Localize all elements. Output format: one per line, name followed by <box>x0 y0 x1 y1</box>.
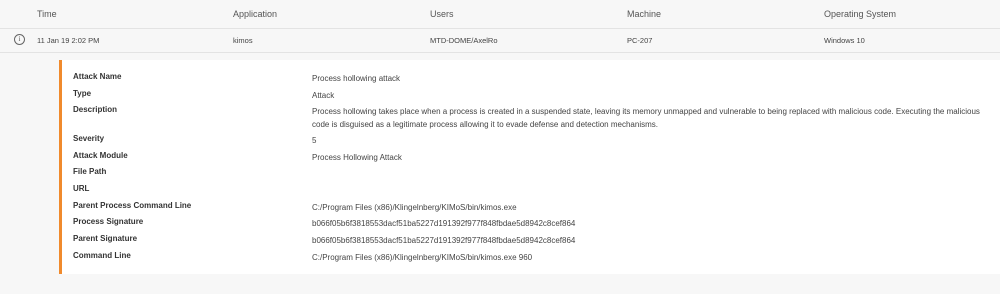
table-row[interactable]: i 11 Jan 19 2:02 PM kimos MTD-DOME/AxelR… <box>0 29 1000 53</box>
detail-value: Process Hollowing Attack <box>312 153 402 162</box>
cell-users: MTD-DOME/AxelRo <box>430 36 498 45</box>
detail-value: Process hollowing takes place when a pro… <box>312 107 980 129</box>
column-header-application[interactable]: Application <box>233 9 277 19</box>
detail-label: Parent Process Command Line <box>73 201 192 210</box>
column-header-time[interactable]: Time <box>37 9 57 19</box>
table-header: Time Application Users Machine Operating… <box>0 0 1000 29</box>
detail-label: Parent Signature <box>73 234 138 243</box>
page: Time Application Users Machine Operating… <box>0 0 1000 294</box>
cell-machine: PC-207 <box>627 36 653 45</box>
detail-value: b066f05b6f3818553dacf51ba5227d191392f977… <box>312 219 576 228</box>
detail-label: Attack Name <box>73 72 122 81</box>
column-header-users[interactable]: Users <box>430 9 454 19</box>
column-header-operating-system[interactable]: Operating System <box>824 9 896 19</box>
detail-label: URL <box>73 184 90 193</box>
detail-label: Description <box>73 105 118 114</box>
attack-details-panel: Attack Name Process hollowing attack Typ… <box>59 60 1000 274</box>
cell-time: 11 Jan 19 2:02 PM <box>37 36 100 45</box>
cell-application: kimos <box>233 36 253 45</box>
detail-label: Process Signature <box>73 217 144 226</box>
detail-label: Attack Module <box>73 151 128 160</box>
info-icon[interactable]: i <box>14 34 25 45</box>
column-header-machine[interactable]: Machine <box>627 9 661 19</box>
cell-operating-system: Windows 10 <box>824 36 865 45</box>
detail-label: Command Line <box>73 251 131 260</box>
detail-label: Type <box>73 89 92 98</box>
detail-label: File Path <box>73 167 107 176</box>
detail-value: 5 <box>312 136 317 145</box>
detail-value: C:/Program Files (x86)/Klingelnberg/KIMo… <box>312 203 517 212</box>
detail-value: Attack <box>312 91 335 100</box>
detail-value: C:/Program Files (x86)/Klingelnberg/KIMo… <box>312 253 533 262</box>
detail-label: Severity <box>73 134 105 143</box>
detail-value: b066f05b6f3818553dacf51ba5227d191392f977… <box>312 236 576 245</box>
detail-value: Process hollowing attack <box>312 74 401 83</box>
